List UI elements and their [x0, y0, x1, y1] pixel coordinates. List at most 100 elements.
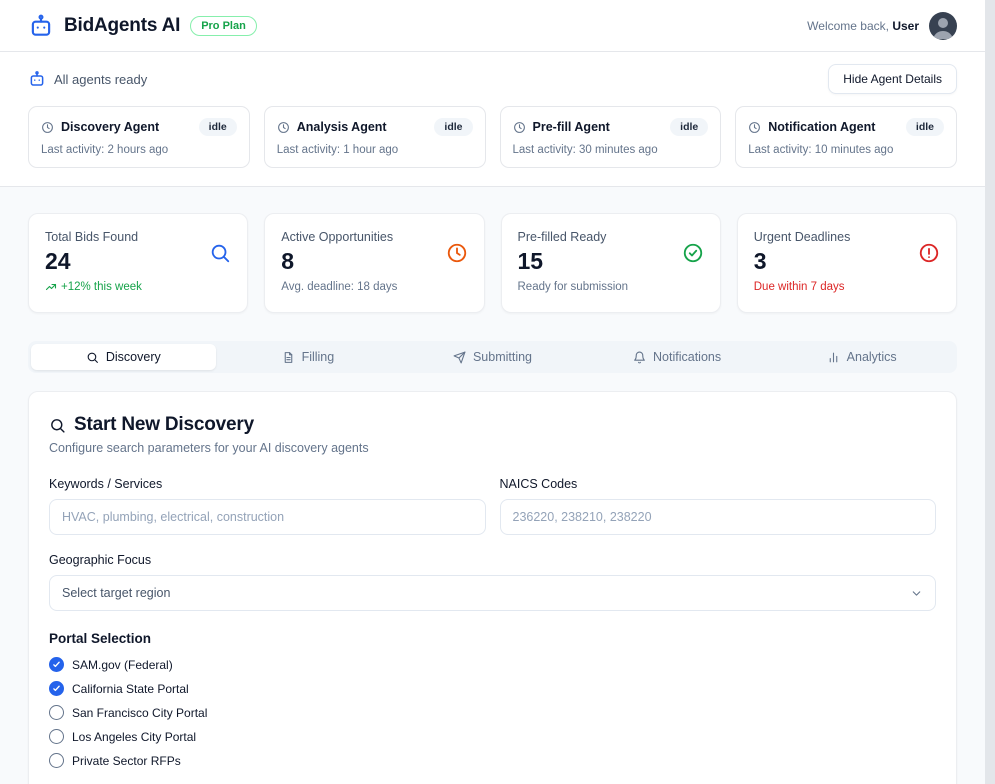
agent-card-discovery: Discovery Agent idle Last activity: 2 ho… [28, 106, 250, 168]
radio-icon[interactable] [49, 657, 64, 672]
naics-label: NAICS Codes [499, 477, 578, 491]
radio-icon[interactable] [49, 753, 64, 768]
tab-analytics[interactable]: Analytics [769, 344, 954, 370]
stat-subtext: Ready for submission [517, 281, 629, 293]
agent-name: Discovery Agent [61, 120, 160, 134]
agent-last-activity: Last activity: 1 hour ago [276, 144, 399, 156]
chevron-down-icon [910, 587, 923, 600]
agent-status-badge: idle [198, 118, 237, 136]
bot-icon [28, 70, 46, 88]
agent-status-badge: idle [434, 118, 473, 136]
search-icon [86, 351, 99, 364]
agent-last-activity: Last activity: 10 minutes ago [748, 144, 894, 156]
stat-subtext: +12% this week [45, 281, 142, 293]
stat-value: 15 [517, 248, 544, 274]
discovery-panel: Start New Discovery Configure search par… [28, 391, 957, 784]
tab-label: Submitting [472, 350, 533, 364]
keywords-label: Keywords / Services [49, 477, 163, 491]
bot-logo-icon [28, 13, 54, 39]
avatar[interactable] [929, 11, 957, 40]
radio-icon[interactable] [49, 681, 64, 696]
agent-card-analysis: Analysis Agent idle Last activity: 1 hou… [263, 106, 486, 168]
app-header: BidAgents AI Pro Plan Welcome back, User [0, 0, 985, 52]
tab-discovery[interactable]: Discovery [31, 344, 216, 370]
search-icon [209, 242, 231, 264]
portal-option-los-angeles[interactable]: Los Angeles City Portal [49, 727, 936, 746]
file-icon [282, 351, 295, 364]
tab-bar: Discovery Filling Submitting Notificatio… [28, 341, 957, 373]
stat-card-prefilled-ready: Pre-filled Ready 15 Ready for submission [500, 213, 721, 313]
stat-card-urgent-deadlines: Urgent Deadlines 3 Due within 7 days [736, 213, 957, 313]
agent-status-section: All agents ready Hide Agent Details Disc… [0, 52, 985, 187]
clock-icon [446, 242, 468, 264]
welcome-label: Welcome back, [807, 18, 889, 33]
panel-title: Start New Discovery [74, 414, 254, 435]
search-icon [49, 417, 66, 434]
portal-option-label: San Francisco City Portal [72, 705, 208, 720]
tab-label: Discovery [105, 350, 161, 364]
stat-label: Active Opportunities [281, 230, 394, 244]
region-label: Geographic Focus [49, 553, 152, 567]
agent-status-badge: idle [670, 118, 709, 136]
hide-agent-details-button[interactable]: Hide Agent Details [828, 64, 957, 94]
stat-card-total-bids: Total Bids Found 24 +12% this week [28, 213, 249, 313]
tab-filling[interactable]: Filling [216, 344, 401, 370]
portal-option-label: Private Sector RFPs [72, 753, 181, 768]
check-circle-icon [682, 242, 704, 264]
chart-icon [827, 351, 840, 364]
portal-option-label: California State Portal [72, 681, 189, 696]
app-window: BidAgents AI Pro Plan Welcome back, User… [0, 0, 985, 784]
tab-label: Filling [301, 350, 335, 364]
app-title: BidAgents AI [64, 14, 181, 36]
portal-option-label: Los Angeles City Portal [72, 729, 197, 744]
stat-value: 3 [753, 248, 767, 274]
portal-selection-group: Portal Selection SAM.gov (Federal) Calif… [49, 631, 936, 770]
clock-icon [748, 121, 761, 134]
agent-status-badge: idle [905, 118, 944, 136]
welcome-text: Welcome back, User [807, 19, 919, 33]
region-select[interactable]: Select target region [49, 575, 936, 611]
tab-label: Notifications [653, 350, 722, 364]
radio-icon[interactable] [49, 705, 64, 720]
naics-input[interactable] [499, 499, 936, 535]
user-name: User [892, 18, 919, 33]
portal-option-sam-gov[interactable]: SAM.gov (Federal) [49, 655, 936, 674]
stat-label: Pre-filled Ready [517, 230, 607, 244]
bell-icon [633, 351, 646, 364]
send-icon [453, 351, 466, 364]
agent-card-notification: Notification Agent idle Last activity: 1… [735, 106, 957, 168]
agent-name: Analysis Agent [296, 120, 387, 134]
portal-option-san-francisco[interactable]: San Francisco City Portal [49, 703, 936, 722]
stat-subtext: Due within 7 days [753, 281, 845, 293]
agent-cards-row: Discovery Agent idle Last activity: 2 ho… [28, 106, 957, 168]
keywords-input[interactable] [49, 499, 486, 535]
portal-option-label: SAM.gov (Federal) [72, 657, 173, 672]
radio-icon[interactable] [49, 729, 64, 744]
stat-card-active-opportunities: Active Opportunities 8 Avg. deadline: 18… [264, 213, 485, 313]
agent-name: Pre-fill Agent [532, 120, 610, 134]
stat-label: Total Bids Found [45, 230, 139, 244]
agent-name: Notification Agent [768, 120, 876, 134]
stat-label: Urgent Deadlines [753, 230, 851, 244]
tab-notifications[interactable]: Notifications [585, 344, 770, 370]
agent-last-activity: Last activity: 2 hours ago [41, 144, 169, 156]
portal-selection-label: Portal Selection [49, 631, 152, 646]
portal-option-private-sector[interactable]: Private Sector RFPs [49, 751, 936, 770]
stat-value: 8 [281, 248, 295, 274]
tab-submitting[interactable]: Submitting [400, 344, 585, 370]
clock-icon [513, 121, 526, 134]
agent-card-prefill: Pre-fill Agent idle Last activity: 30 mi… [499, 106, 722, 168]
stat-subtext: Avg. deadline: 18 days [281, 281, 398, 293]
agents-status-text: All agents ready [54, 71, 148, 87]
clock-icon [277, 121, 290, 134]
portal-option-california[interactable]: California State Portal [49, 679, 936, 698]
plan-badge: Pro Plan [190, 15, 257, 36]
region-select-value: Select target region [62, 586, 171, 600]
stat-value: 24 [45, 248, 71, 274]
clock-icon [41, 121, 54, 134]
panel-subtitle: Configure search parameters for your AI … [49, 441, 369, 455]
agent-last-activity: Last activity: 30 minutes ago [512, 144, 658, 156]
tab-label: Analytics [846, 350, 897, 364]
stats-row: Total Bids Found 24 +12% this week Activ… [28, 213, 957, 313]
alert-circle-icon [918, 242, 940, 264]
